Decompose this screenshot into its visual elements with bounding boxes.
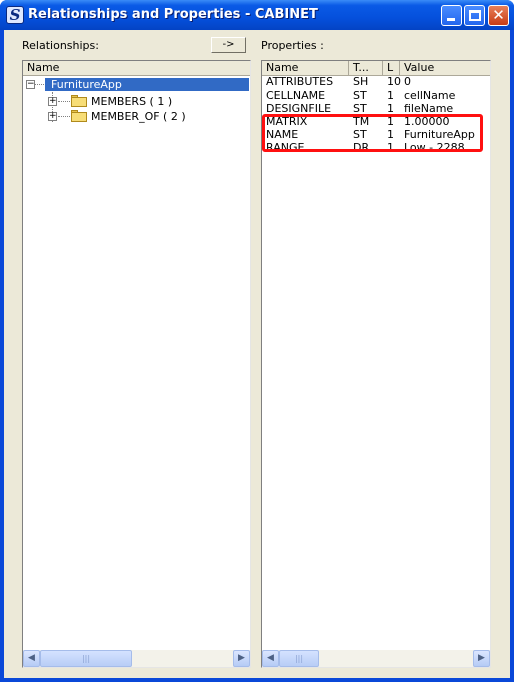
tree-line <box>58 101 70 102</box>
expand-member-of-icon[interactable]: + <box>48 112 57 121</box>
scroll-right-icon[interactable]: ▶ <box>473 650 490 667</box>
scroll-thumb[interactable]: ||| <box>279 650 319 667</box>
highlight-box <box>262 114 483 152</box>
window-title: Relationships and Properties - CABINET <box>28 7 318 22</box>
folder-icon <box>71 95 87 107</box>
prop-len: 10 <box>387 75 401 88</box>
tree-header: Name <box>23 61 250 76</box>
tree-node-members[interactable]: MEMBERS ( 1 ) <box>91 95 172 108</box>
scroll-thumb[interactable]: ||| <box>40 650 132 667</box>
maximize-icon <box>469 10 481 21</box>
properties-label: Properties : <box>261 39 324 52</box>
maximize-button[interactable] <box>464 5 485 26</box>
tree-node-member-of[interactable]: MEMBER_OF ( 2 ) <box>91 110 186 123</box>
close-icon: ✕ <box>492 6 505 24</box>
tree-line <box>58 116 70 117</box>
prop-type: ST <box>353 89 367 102</box>
tree-column-name[interactable]: Name <box>23 61 250 75</box>
prop-value: cellName <box>404 89 456 102</box>
property-row[interactable]: CELLNAME ST 1 cellName <box>262 89 490 102</box>
relationships-tree[interactable]: Name − FurnitureApp + MEMBERS ( 1 ) + ME… <box>22 60 251 668</box>
property-row[interactable]: ATTRIBUTES SH 10 0 <box>262 75 490 88</box>
prop-value: 0 <box>404 75 411 88</box>
col-value-header[interactable]: Value <box>400 61 490 75</box>
scroll-right-icon[interactable]: ▶ <box>233 650 250 667</box>
properties-header: Name T... L Value <box>262 61 490 76</box>
title-bar[interactable]: S Relationships and Properties - CABINET… <box>0 0 514 30</box>
relationships-label: Relationships: <box>22 39 99 52</box>
prop-name: ATTRIBUTES <box>266 75 334 88</box>
col-len-header[interactable]: L <box>383 61 400 75</box>
properties-hscrollbar[interactable]: ◀ ||| ▶ <box>262 650 490 667</box>
tree-hscrollbar[interactable]: ◀ ||| ▶ <box>23 650 250 667</box>
minimize-icon <box>447 18 455 21</box>
folder-icon <box>71 110 87 122</box>
tree-node-root[interactable]: FurnitureApp <box>51 78 122 91</box>
prop-name: CELLNAME <box>266 89 326 102</box>
close-button[interactable]: ✕ <box>488 5 509 26</box>
prop-len: 1 <box>387 89 394 102</box>
minimize-button[interactable] <box>441 5 462 26</box>
app-s-icon[interactable]: S <box>6 6 24 24</box>
expand-members-icon[interactable]: + <box>48 97 57 106</box>
prop-type: SH <box>353 75 369 88</box>
collapse-icon[interactable]: − <box>26 80 35 89</box>
show-properties-button[interactable]: -> <box>211 37 246 53</box>
col-type-header[interactable]: T... <box>349 61 383 75</box>
scroll-left-icon[interactable]: ◀ <box>262 650 279 667</box>
col-name-header[interactable]: Name <box>262 61 349 75</box>
tree-line <box>35 84 44 85</box>
app-window: S Relationships and Properties - CABINET… <box>0 0 514 682</box>
dialog-body: Relationships: -> Properties : Name − Fu… <box>4 30 510 678</box>
scroll-left-icon[interactable]: ◀ <box>23 650 40 667</box>
